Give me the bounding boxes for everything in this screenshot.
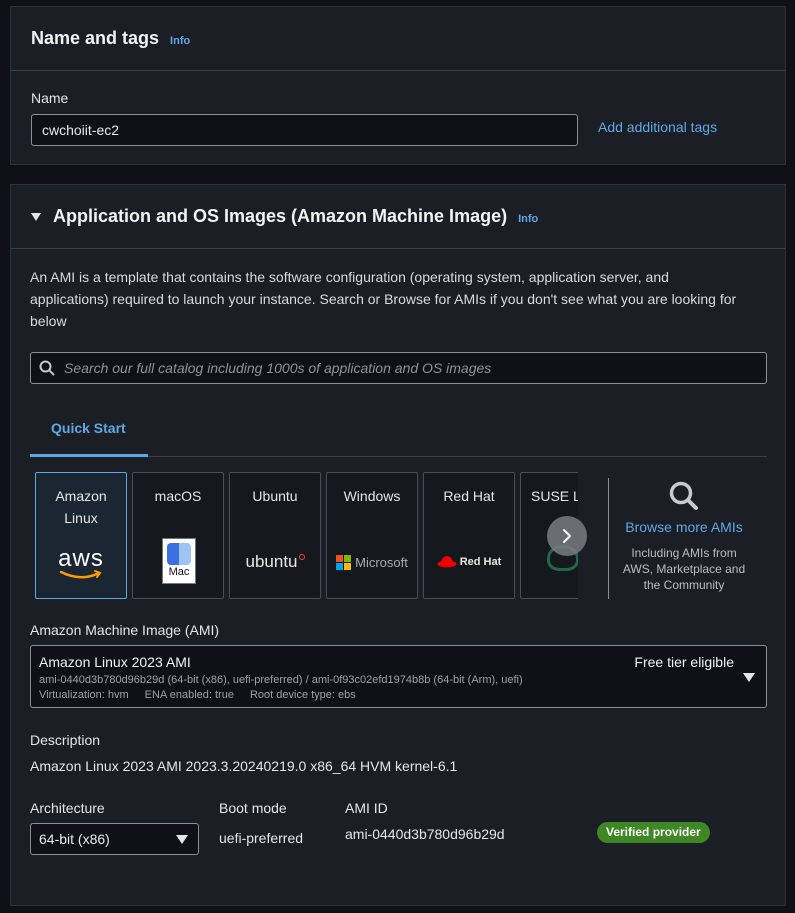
browse-more-amis-link[interactable]: Browse more AMIs — [618, 519, 750, 535]
mac-logo-icon: Mac — [162, 538, 196, 584]
tab-quick-start[interactable]: Quick Start — [51, 420, 126, 436]
search-icon — [669, 481, 698, 510]
os-tile-red-hat[interactable]: Red Hat Red Hat — [423, 472, 515, 599]
architecture-select-value: 64-bit (x86) — [39, 831, 110, 847]
chevron-right-icon — [563, 529, 571, 543]
tab-quick-start-underline — [30, 454, 148, 457]
os-tile-windows[interactable]: Windows Microsoft — [326, 472, 418, 599]
architecture-select[interactable]: 64-bit (x86) — [30, 823, 199, 855]
name-tags-info-link[interactable]: Info — [170, 35, 190, 47]
dropdown-caret-icon — [176, 835, 188, 844]
aws-logo-icon: aws — [36, 539, 126, 589]
os-tile-label: SUSE Li — [531, 488, 578, 504]
ami-section-title: Application and OS Images (Amazon Machin… — [53, 206, 508, 226]
ami-select-name: Amazon Linux 2023 AMI — [39, 654, 191, 670]
os-tile-label: Amazon Linux — [55, 488, 107, 526]
red-hat-logo-icon: Red Hat — [424, 537, 514, 587]
search-icon — [39, 360, 55, 376]
description-value: Amazon Linux 2023 AMI 2023.3.20240219.0 … — [30, 758, 458, 774]
os-tile-amazon-linux[interactable]: Amazon Linux aws — [35, 472, 127, 599]
name-label: Name — [31, 90, 69, 106]
description-label: Description — [30, 732, 101, 748]
ami-description-line2: applications) required to launch your in… — [30, 291, 737, 307]
ami-description-line1: An AMI is a template that contains the s… — [30, 269, 669, 285]
name-input-value: cwchoiit-ec2 — [42, 122, 120, 138]
microsoft-logo-icon: Microsoft — [327, 537, 417, 587]
name-tags-header: Name and tags Info — [11, 7, 785, 71]
ami-select-ids: ami-0440d3b780d96b29d (64-bit (x86), uef… — [39, 674, 523, 686]
name-tags-title: Name and tags — [31, 28, 160, 48]
ami-info-link[interactable]: Info — [518, 213, 538, 225]
os-tile-macos[interactable]: macOS Mac — [132, 472, 224, 599]
os-tile-label: macOS — [154, 488, 202, 504]
ami-id-label: AMI ID — [345, 800, 388, 816]
os-tile-label: Red Hat — [443, 488, 495, 504]
os-tile-label: Ubuntu — [252, 488, 298, 504]
ami-description: An AMI is a template that contains the s… — [30, 266, 770, 332]
ami-description-line3: below — [30, 313, 67, 329]
dropdown-caret-icon[interactable] — [743, 673, 755, 682]
name-input[interactable]: cwchoiit-ec2 — [31, 114, 578, 146]
ami-header[interactable]: Application and OS Images (Amazon Machin… — [11, 185, 785, 249]
ubuntu-logo-icon: ubuntu — [230, 537, 320, 587]
boot-mode-value: uefi-preferred — [219, 830, 304, 846]
collapse-caret-icon[interactable] — [31, 212, 41, 221]
ami-select-details: Virtualization: hvm ENA enabled: true Root… — [39, 689, 356, 701]
ami-id-value: ami-0440d3b780d96b29d — [345, 826, 505, 842]
ami-search-input[interactable]: Search our full catalog including 1000s … — [30, 352, 767, 384]
ami-select[interactable]: Amazon Linux 2023 AMI ami-0440d3b780d96b… — [30, 645, 767, 708]
add-additional-tags-link[interactable]: Add additional tags — [598, 119, 717, 135]
browse-more-subtext: Including AMIs from AWS, Marketplace and… — [622, 546, 746, 592]
ami-select-label: Amazon Machine Image (AMI) — [30, 622, 220, 638]
architecture-label: Architecture — [30, 800, 105, 816]
name-tags-panel: Name and tags Info Name cwchoiit-ec2 Add… — [10, 6, 786, 165]
os-tile-label: Windows — [343, 488, 401, 504]
browse-more-amis[interactable]: Browse more AMIs Including AMIs from AWS… — [618, 480, 750, 593]
tiles-divider — [608, 478, 609, 599]
ami-search-placeholder: Search our full catalog including 1000s … — [64, 360, 492, 376]
os-tile-ubuntu[interactable]: Ubuntu ubuntu — [229, 472, 321, 599]
boot-mode-label: Boot mode — [219, 800, 287, 816]
verified-provider-badge: Verified provider — [597, 822, 710, 843]
free-tier-eligible-label: Free tier eligible — [634, 654, 734, 670]
tiles-scroll-right-button[interactable] — [547, 516, 587, 556]
